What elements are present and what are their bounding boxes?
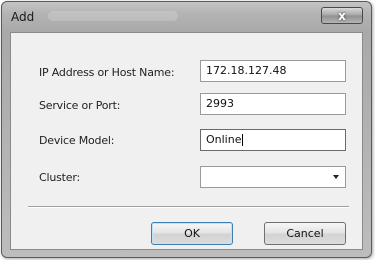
ok-button[interactable]: OK (151, 222, 233, 245)
cluster-select[interactable] (200, 166, 346, 188)
device-model-label: Device Model: (39, 134, 115, 147)
close-icon: x (338, 8, 346, 23)
port-label: Service or Port: (39, 99, 121, 112)
title-bar[interactable]: Add x (2, 2, 371, 32)
cancel-button-label: Cancel (286, 227, 324, 240)
port-input[interactable]: 2993 (200, 93, 346, 115)
separator-line (28, 206, 349, 208)
cancel-button[interactable]: Cancel (264, 222, 346, 245)
device-model-input-value: Online (206, 133, 242, 146)
dialog-title: Add (11, 10, 35, 24)
port-input-value: 2993 (206, 97, 234, 110)
device-model-input[interactable]: Online (200, 129, 346, 151)
add-dialog: Add x IP Address or Host Name: 172.18.12… (1, 1, 372, 258)
host-input-value: 172.18.127.48 (206, 64, 287, 77)
host-label: IP Address or Host Name: (39, 66, 175, 79)
ok-button-label: OK (184, 227, 200, 240)
text-caret (242, 134, 244, 146)
chevron-down-icon (333, 175, 339, 179)
title-bar-glass (48, 11, 178, 21)
host-input[interactable]: 172.18.127.48 (200, 60, 346, 82)
cluster-label: Cluster: (39, 171, 80, 184)
close-button[interactable]: x (321, 7, 363, 24)
dialog-body: IP Address or Host Name: 172.18.127.48 S… (10, 32, 363, 250)
